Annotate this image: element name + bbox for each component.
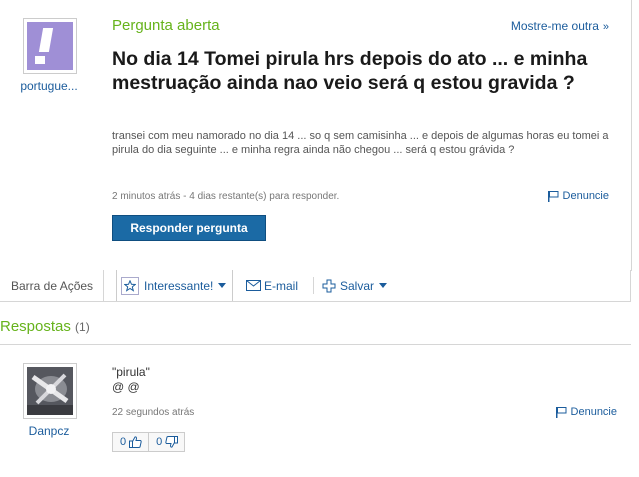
asker-avatar[interactable] (23, 18, 77, 74)
divider (0, 344, 631, 345)
flag-icon (555, 407, 567, 418)
reply-question-button[interactable]: Responder pergunta (112, 215, 266, 241)
envelope-icon (246, 280, 261, 291)
question-body: transei com meu namorado no dia 14 ... s… (112, 130, 609, 156)
avatar-image (27, 367, 73, 415)
action-bar-label: Barra de Ações (0, 270, 104, 301)
anonymous-avatar-icon (27, 22, 73, 70)
thumbs-up-count: 0 (120, 436, 127, 448)
thumbs-up-icon (129, 436, 142, 448)
chevron-down-icon[interactable] (218, 283, 227, 288)
show-another-link[interactable]: Mostre-me outra» (511, 19, 609, 33)
chevron-down-icon[interactable] (379, 283, 388, 288)
question-title: No dia 14 Tomei pirula hrs depois do ato… (112, 48, 588, 94)
thumbs-down-icon (165, 436, 179, 448)
report-label[interactable]: Denuncie (563, 190, 609, 202)
asker-username[interactable]: portugue... (14, 79, 84, 93)
email-label[interactable]: E-mail (264, 279, 298, 293)
answers-heading-label: Respostas (0, 318, 71, 335)
action-bar: Barra de Ações Interessante! E-mail Salv… (0, 270, 631, 302)
save-button[interactable]: Salvar (322, 270, 388, 301)
vote-buttons: 0 0 (112, 432, 186, 452)
report-label[interactable]: Denuncie (571, 406, 617, 418)
save-label[interactable]: Salvar (340, 279, 374, 293)
thumbs-down-count: 0 (156, 436, 163, 448)
question-status: Pergunta aberta (112, 17, 220, 34)
question-box: portugue... Pergunta aberta Mostre-me ou… (0, 0, 632, 271)
answers-count: (1) (75, 320, 90, 334)
answer-meta: 22 segundos atrás (112, 407, 195, 418)
email-button[interactable]: E-mail (246, 270, 298, 301)
answer-line: "pirula" (112, 365, 150, 379)
plus-icon (322, 279, 336, 292)
flag-icon (547, 191, 559, 202)
answer-line: @ @ (112, 380, 140, 394)
answerer-avatar[interactable] (23, 363, 77, 419)
thumbs-up-button[interactable]: 0 (113, 433, 148, 451)
star-icon (121, 276, 139, 295)
show-another-label[interactable]: Mostre-me outra (511, 19, 599, 33)
answers-heading: Respostas (1) (0, 318, 90, 335)
report-answer-link[interactable]: Denuncie (555, 406, 617, 418)
action-divider (313, 277, 314, 294)
question-meta: 2 minutos atrás - 4 dias restante(s) par… (112, 191, 340, 202)
answer-text: "pirula" @ @ (112, 365, 150, 395)
thumbs-down-button[interactable]: 0 (148, 433, 184, 451)
interesting-button[interactable]: Interessante! (116, 270, 234, 301)
interesting-label[interactable]: Interessante! (144, 279, 213, 293)
answerer-username[interactable]: Danpcz (14, 424, 84, 438)
report-question-link[interactable]: Denuncie (547, 190, 609, 202)
double-arrow-icon: » (602, 21, 609, 33)
